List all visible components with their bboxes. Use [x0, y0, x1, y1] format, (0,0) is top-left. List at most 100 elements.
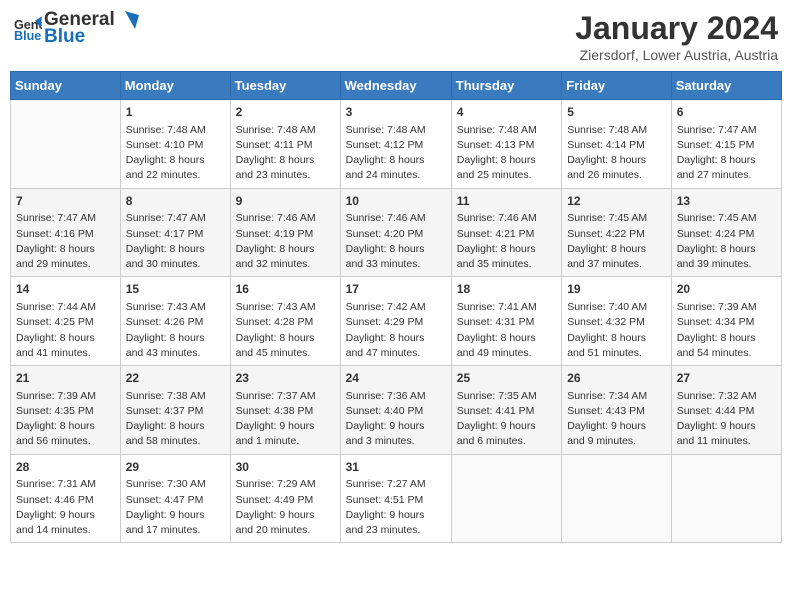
- calendar-cell: 15 Sunrise: 7:43 AM Sunset: 4:26 PM Dayli…: [120, 277, 230, 366]
- day-info: Sunrise: 7:46 AM Sunset: 4:20 PM Dayligh…: [346, 211, 446, 272]
- calendar-cell: 24 Sunrise: 7:36 AM Sunset: 4:40 PM Dayli…: [340, 366, 451, 455]
- calendar-cell: 27Sunrise: 7:32 AM Sunset: 4:44 PM Dayli…: [671, 366, 781, 455]
- day-number: 29: [126, 459, 225, 476]
- day-number: 11: [457, 193, 556, 210]
- day-number: 9: [236, 193, 335, 210]
- weekday-header: Saturday: [671, 72, 781, 100]
- day-number: 19: [567, 281, 666, 298]
- day-info: Sunrise: 7:43 AM Sunset: 4:26 PM Dayligh…: [126, 300, 225, 361]
- day-number: 17: [346, 281, 446, 298]
- day-number: 22: [126, 370, 225, 387]
- day-number: 6: [677, 104, 776, 121]
- calendar-week-row: 14 Sunrise: 7:44 AM Sunset: 4:25 PM Dayli…: [11, 277, 782, 366]
- day-number: 12: [567, 193, 666, 210]
- day-info: Sunrise: 7:39 AM Sunset: 4:34 PM Dayligh…: [677, 300, 776, 361]
- calendar-cell: 1 Sunrise: 7:48 AM Sunset: 4:10 PM Daylig…: [120, 100, 230, 189]
- day-number: 7: [16, 193, 115, 210]
- calendar-cell: [451, 454, 561, 543]
- day-number: 31: [346, 459, 446, 476]
- logo-blue: Blue: [44, 27, 139, 48]
- day-number: 24: [346, 370, 446, 387]
- logo: General Blue General Blue: [14, 10, 139, 48]
- day-number: 15: [126, 281, 225, 298]
- calendar-cell: 13Sunrise: 7:45 AM Sunset: 4:24 PM Dayli…: [671, 188, 781, 277]
- calendar-cell: 25 Sunrise: 7:35 AM Sunset: 4:41 PM Dayli…: [451, 366, 561, 455]
- day-info: Sunrise: 7:48 AM Sunset: 4:12 PM Dayligh…: [346, 123, 446, 184]
- calendar-cell: 6 Sunrise: 7:47 AM Sunset: 4:15 PM Daylig…: [671, 100, 781, 189]
- calendar-cell: [671, 454, 781, 543]
- calendar-table: SundayMondayTuesdayWednesdayThursdayFrid…: [10, 71, 782, 543]
- day-info: Sunrise: 7:34 AM Sunset: 4:43 PM Dayligh…: [567, 389, 666, 450]
- calendar-cell: 18Sunrise: 7:41 AM Sunset: 4:31 PM Dayli…: [451, 277, 561, 366]
- weekday-header: Tuesday: [230, 72, 340, 100]
- day-info: Sunrise: 7:45 AM Sunset: 4:22 PM Dayligh…: [567, 211, 666, 272]
- calendar-cell: 4Sunrise: 7:48 AM Sunset: 4:13 PM Daylig…: [451, 100, 561, 189]
- day-info: Sunrise: 7:45 AM Sunset: 4:24 PM Dayligh…: [677, 211, 776, 272]
- day-number: 16: [236, 281, 335, 298]
- day-number: 21: [16, 370, 115, 387]
- day-number: 18: [457, 281, 556, 298]
- day-info: Sunrise: 7:36 AM Sunset: 4:40 PM Dayligh…: [346, 389, 446, 450]
- day-number: 2: [236, 104, 335, 121]
- calendar-cell: 30Sunrise: 7:29 AM Sunset: 4:49 PM Dayli…: [230, 454, 340, 543]
- calendar-cell: [562, 454, 672, 543]
- day-info: Sunrise: 7:48 AM Sunset: 4:13 PM Dayligh…: [457, 123, 556, 184]
- day-info: Sunrise: 7:40 AM Sunset: 4:32 PM Dayligh…: [567, 300, 666, 361]
- day-info: Sunrise: 7:47 AM Sunset: 4:16 PM Dayligh…: [16, 211, 115, 272]
- calendar-week-row: 7Sunrise: 7:47 AM Sunset: 4:16 PM Daylig…: [11, 188, 782, 277]
- calendar-cell: 21 Sunrise: 7:39 AM Sunset: 4:35 PM Dayli…: [11, 366, 121, 455]
- day-info: Sunrise: 7:44 AM Sunset: 4:25 PM Dayligh…: [16, 300, 115, 361]
- calendar-cell: [11, 100, 121, 189]
- location-title: Ziersdorf, Lower Austria, Austria: [575, 47, 778, 63]
- day-number: 10: [346, 193, 446, 210]
- day-number: 28: [16, 459, 115, 476]
- calendar-week-row: 1 Sunrise: 7:48 AM Sunset: 4:10 PM Daylig…: [11, 100, 782, 189]
- weekday-header: Sunday: [11, 72, 121, 100]
- title-section: January 2024 Ziersdorf, Lower Austria, A…: [575, 10, 778, 63]
- day-info: Sunrise: 7:42 AM Sunset: 4:29 PM Dayligh…: [346, 300, 446, 361]
- day-info: Sunrise: 7:35 AM Sunset: 4:41 PM Dayligh…: [457, 389, 556, 450]
- day-number: 25: [457, 370, 556, 387]
- page-header: General Blue General Blue January 2024 Z…: [10, 10, 782, 63]
- day-info: Sunrise: 7:29 AM Sunset: 4:49 PM Dayligh…: [236, 477, 335, 538]
- day-number: 14: [16, 281, 115, 298]
- day-info: Sunrise: 7:46 AM Sunset: 4:21 PM Dayligh…: [457, 211, 556, 272]
- day-number: 3: [346, 104, 446, 121]
- calendar-cell: 7Sunrise: 7:47 AM Sunset: 4:16 PM Daylig…: [11, 188, 121, 277]
- day-number: 27: [677, 370, 776, 387]
- calendar-cell: 17 Sunrise: 7:42 AM Sunset: 4:29 PM Dayli…: [340, 277, 451, 366]
- calendar-cell: 26 Sunrise: 7:34 AM Sunset: 4:43 PM Dayli…: [562, 366, 672, 455]
- calendar-cell: 11Sunrise: 7:46 AM Sunset: 4:21 PM Dayli…: [451, 188, 561, 277]
- calendar-cell: 28Sunrise: 7:31 AM Sunset: 4:46 PM Dayli…: [11, 454, 121, 543]
- calendar-cell: 20 Sunrise: 7:39 AM Sunset: 4:34 PM Dayli…: [671, 277, 781, 366]
- day-number: 5: [567, 104, 666, 121]
- weekday-header: Monday: [120, 72, 230, 100]
- weekday-header: Wednesday: [340, 72, 451, 100]
- day-number: 20: [677, 281, 776, 298]
- day-info: Sunrise: 7:27 AM Sunset: 4:51 PM Dayligh…: [346, 477, 446, 538]
- day-number: 1: [126, 104, 225, 121]
- day-info: Sunrise: 7:39 AM Sunset: 4:35 PM Dayligh…: [16, 389, 115, 450]
- calendar-cell: 23Sunrise: 7:37 AM Sunset: 4:38 PM Dayli…: [230, 366, 340, 455]
- day-info: Sunrise: 7:46 AM Sunset: 4:19 PM Dayligh…: [236, 211, 335, 272]
- calendar-cell: 5 Sunrise: 7:48 AM Sunset: 4:14 PM Daylig…: [562, 100, 672, 189]
- day-number: 26: [567, 370, 666, 387]
- calendar-cell: 22Sunrise: 7:38 AM Sunset: 4:37 PM Dayli…: [120, 366, 230, 455]
- calendar-cell: 10Sunrise: 7:46 AM Sunset: 4:20 PM Dayli…: [340, 188, 451, 277]
- svg-text:Blue: Blue: [14, 29, 41, 43]
- day-info: Sunrise: 7:48 AM Sunset: 4:14 PM Dayligh…: [567, 123, 666, 184]
- weekday-header: Thursday: [451, 72, 561, 100]
- day-info: Sunrise: 7:48 AM Sunset: 4:11 PM Dayligh…: [236, 123, 335, 184]
- day-info: Sunrise: 7:47 AM Sunset: 4:15 PM Dayligh…: [677, 123, 776, 184]
- month-title: January 2024: [575, 10, 778, 47]
- calendar-cell: 19 Sunrise: 7:40 AM Sunset: 4:32 PM Dayli…: [562, 277, 672, 366]
- calendar-cell: 16 Sunrise: 7:43 AM Sunset: 4:28 PM Dayli…: [230, 277, 340, 366]
- calendar-cell: 9Sunrise: 7:46 AM Sunset: 4:19 PM Daylig…: [230, 188, 340, 277]
- calendar-cell: 14 Sunrise: 7:44 AM Sunset: 4:25 PM Dayli…: [11, 277, 121, 366]
- calendar-cell: 3 Sunrise: 7:48 AM Sunset: 4:12 PM Daylig…: [340, 100, 451, 189]
- day-info: Sunrise: 7:48 AM Sunset: 4:10 PM Dayligh…: [126, 123, 225, 184]
- day-info: Sunrise: 7:37 AM Sunset: 4:38 PM Dayligh…: [236, 389, 335, 450]
- weekday-header: Friday: [562, 72, 672, 100]
- day-info: Sunrise: 7:43 AM Sunset: 4:28 PM Dayligh…: [236, 300, 335, 361]
- calendar-week-row: 28Sunrise: 7:31 AM Sunset: 4:46 PM Dayli…: [11, 454, 782, 543]
